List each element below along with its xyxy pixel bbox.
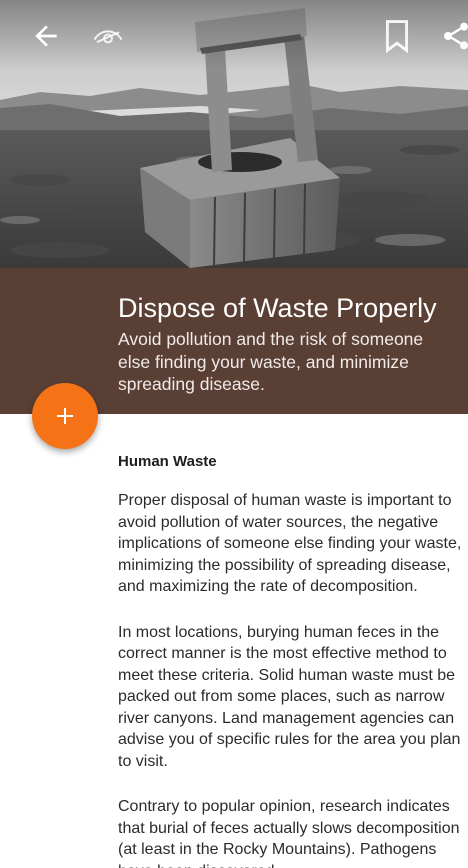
add-fab-button[interactable]: [32, 383, 98, 449]
section-heading: Human Waste: [118, 453, 217, 470]
share-icon: [444, 22, 468, 50]
article-paragraph: In most locations, burying human feces i…: [118, 623, 461, 770]
bookmark-icon: [385, 20, 409, 54]
hero-image: [0, 0, 468, 268]
view-toggle-button[interactable]: [92, 20, 124, 52]
article-screen: Dispose of Waste Properly Avoid pollutio…: [0, 0, 468, 868]
page-title: Dispose of Waste Properly: [118, 293, 437, 323]
article-paragraph: Contrary to popular opinion, research in…: [118, 798, 460, 868]
eye-icon: [93, 30, 123, 44]
page-subtitle: Avoid pollution and the risk of someone …: [118, 329, 424, 394]
article-paragraph: Proper disposal of human waste is import…: [118, 492, 462, 595]
back-button[interactable]: [30, 20, 62, 52]
plus-icon: [57, 408, 73, 424]
article-body: Human Waste Proper disposal of human was…: [118, 452, 466, 868]
arrow-left-icon: [35, 25, 57, 47]
top-app-bar: [0, 0, 468, 70]
share-button[interactable]: [440, 20, 468, 52]
bookmark-button[interactable]: [381, 20, 413, 54]
